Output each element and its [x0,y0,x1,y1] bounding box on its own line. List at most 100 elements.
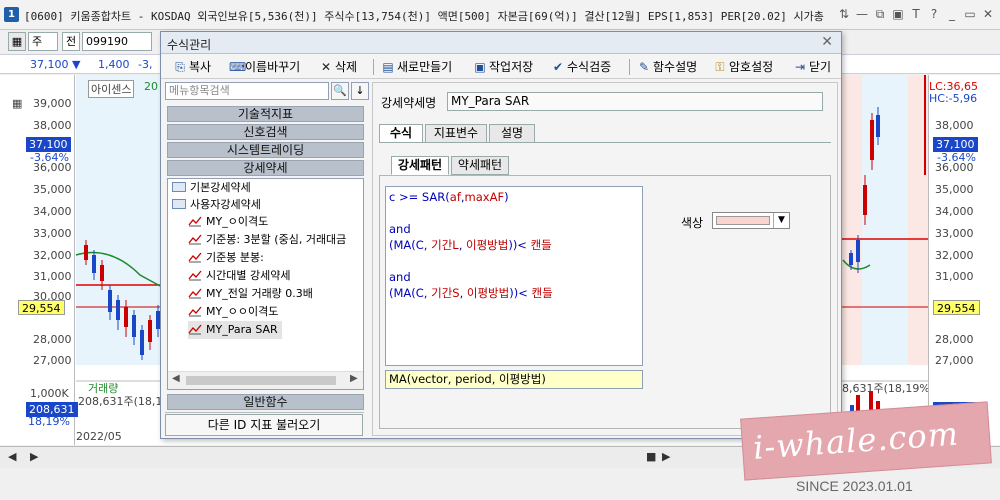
market-select[interactable]: 전 [62,32,80,51]
tick-label: 33,000 [935,227,974,240]
volume-value: 208,631주(18,19 [78,395,170,408]
stop-icon[interactable]: ■ [646,450,656,463]
chart-line-icon [188,234,202,245]
current-price-badge: 37,100 [26,137,71,152]
tree-item-selected[interactable]: MY_Para SAR [188,321,282,339]
chevron-down-icon[interactable]: ▼ [773,213,789,228]
search-icon[interactable]: 🔍 [331,82,349,100]
maximize-panel-icon[interactable]: ▣ [890,5,906,23]
formula-editor[interactable]: c >= SAR(af,maxAF) and (MA(C, 기간L, 이평방법)… [385,186,643,366]
tick-label: 31,000 [33,270,72,283]
tab-underline [379,142,831,143]
candle [140,330,144,355]
name-label: 강세약세명 [381,96,437,110]
category-signal[interactable]: 신호검색 [167,124,364,140]
tab-formula[interactable]: 수식 [379,124,423,143]
tree-item[interactable]: MY_ㅇㅇ이격도 [188,303,278,321]
save-label: 작업저장 [489,60,534,74]
restore-window-icon[interactable]: ⧉ [872,5,888,23]
delete-button[interactable]: ✕ 삭제 [319,58,357,76]
app-icon: 1 [4,7,19,22]
tree-item[interactable]: 기준봉 분봉: [188,249,264,267]
password-button[interactable]: ⚿ 암호설정 [713,58,773,76]
color-label: 색상 [681,216,704,230]
tick-label: 31,000 [935,270,974,283]
category-system-trading[interactable]: 시스템트레이딩 [167,142,364,158]
shade-right-2 [862,75,910,365]
candle [148,320,152,342]
chart-line-icon [188,288,202,299]
volume-value-right: 8,631주(18,19%) [842,382,935,395]
tree-folder-user[interactable]: 사용자강세약세 [172,196,261,214]
tree-item[interactable]: 시간대별 강세약세 [188,267,290,285]
tree-label: MY_Para SAR [206,323,278,336]
exit-label: 닫기 [809,60,832,74]
subtab-bull-pattern[interactable]: 강세패턴 [391,156,449,175]
name-field[interactable]: MY_Para SAR [447,92,823,111]
tab-description[interactable]: 설명 [489,124,535,143]
subtab-bear-pattern[interactable]: 약세패턴 [451,156,509,175]
ma-period-label: 20 [144,80,158,93]
close-icon[interactable]: ✕ [980,5,996,23]
prev-icon[interactable]: ◀ [8,450,16,463]
tree-item[interactable]: MY_ㅇ이격도 [188,213,268,231]
tree-label: MY_ㅇㅇ이격도 [206,305,279,318]
function-help-button[interactable]: ✎ 함수설명 [637,58,697,76]
date-label: 2022/05 [76,430,122,443]
rename-icon: ⌨ [229,60,247,74]
copy-button[interactable]: ⎘ 복사 [173,58,211,76]
tick-label: 36,000 [935,161,974,174]
new-button[interactable]: ▤ 새로만들기 [381,58,452,76]
tree-folder-basic[interactable]: 기본강세약세 [172,179,251,197]
stock-name-label: 아이센스 [88,80,135,98]
color-select[interactable]: ▼ [712,212,790,229]
tree-item[interactable]: MY_전일 거래량 0.3배 [188,285,313,303]
candle [856,240,860,262]
load-other-id-button[interactable]: 다른 ID 지표 불러오기 [165,414,363,436]
category-general-function[interactable]: 일반함수 [167,394,364,410]
new-label: 새로만들기 [397,60,453,74]
volume-tick: 1,000K [30,387,69,400]
code-line: and [389,221,639,237]
play-icon[interactable]: ▶ [662,450,670,463]
scroll-thumb[interactable] [186,376,336,385]
tick-label: 34,000 [935,205,974,218]
save-button[interactable]: ▣ 작업저장 [473,58,533,76]
next-icon[interactable]: ▶ [30,450,38,463]
exit-button[interactable]: ⇥ 닫기 [793,58,831,76]
down-arrow-icon[interactable]: ↓ [351,82,369,100]
formula-edit-pane: 강세약세명 MY_Para SAR 수식 지표변수 설명 강세패턴 약세패턴 c… [372,82,838,436]
code-line: (MA(C, 기간L, 이평방법))< 캔들 [389,237,639,253]
tree-horizontal-scrollbar[interactable]: ◀ ▶ [168,371,363,389]
menu-search-input[interactable]: 메뉴항목검색 [165,82,329,100]
formula-tree-pane: 메뉴항목검색 🔍 ↓ 기술적지표 신호검색 시스템트레이딩 강세약세 기본강세약… [165,82,369,436]
menu-icon[interactable]: ▦ [12,97,22,110]
code-line: (MA(C, 기간S, 이평방법))< 캔들 [389,285,639,301]
scroll-right-icon[interactable]: ▶ [350,373,358,384]
tree-item[interactable]: 기준봉: 3분할 (중심, 거래대금 [188,231,346,249]
swap-icon[interactable]: ⇅ [836,5,852,23]
help-icon[interactable]: ? [926,5,942,23]
category-strength[interactable]: 강세약세 [167,160,364,176]
tree-label: 시간대별 강세약세 [206,269,291,282]
copy-icon: ⎘ [175,60,185,74]
dialog-close-icon[interactable]: ✕ [821,34,833,50]
font-icon[interactable]: T [908,5,924,23]
grid-icon[interactable]: ▦ [8,32,26,51]
delete-icon: ✕ [320,60,332,74]
period-type-select[interactable]: 주 [28,32,58,51]
tick-label: 27,000 [33,354,72,367]
candle [132,315,136,337]
tick-label: 38,000 [935,119,974,132]
rename-button[interactable]: ⌨이름바꾸기 [229,58,300,76]
stock-code-input[interactable]: 099190 [82,32,152,51]
minimize-toolbar-icon[interactable]: — [854,5,870,23]
verify-button[interactable]: ✔ 수식검증 [551,58,611,76]
category-technical[interactable]: 기술적지표 [167,106,364,122]
tab-variables[interactable]: 지표변수 [425,124,487,143]
maximize-icon[interactable]: ▭ [962,5,978,23]
minimize-icon[interactable]: _ [944,5,960,23]
scroll-left-icon[interactable]: ◀ [172,373,180,384]
